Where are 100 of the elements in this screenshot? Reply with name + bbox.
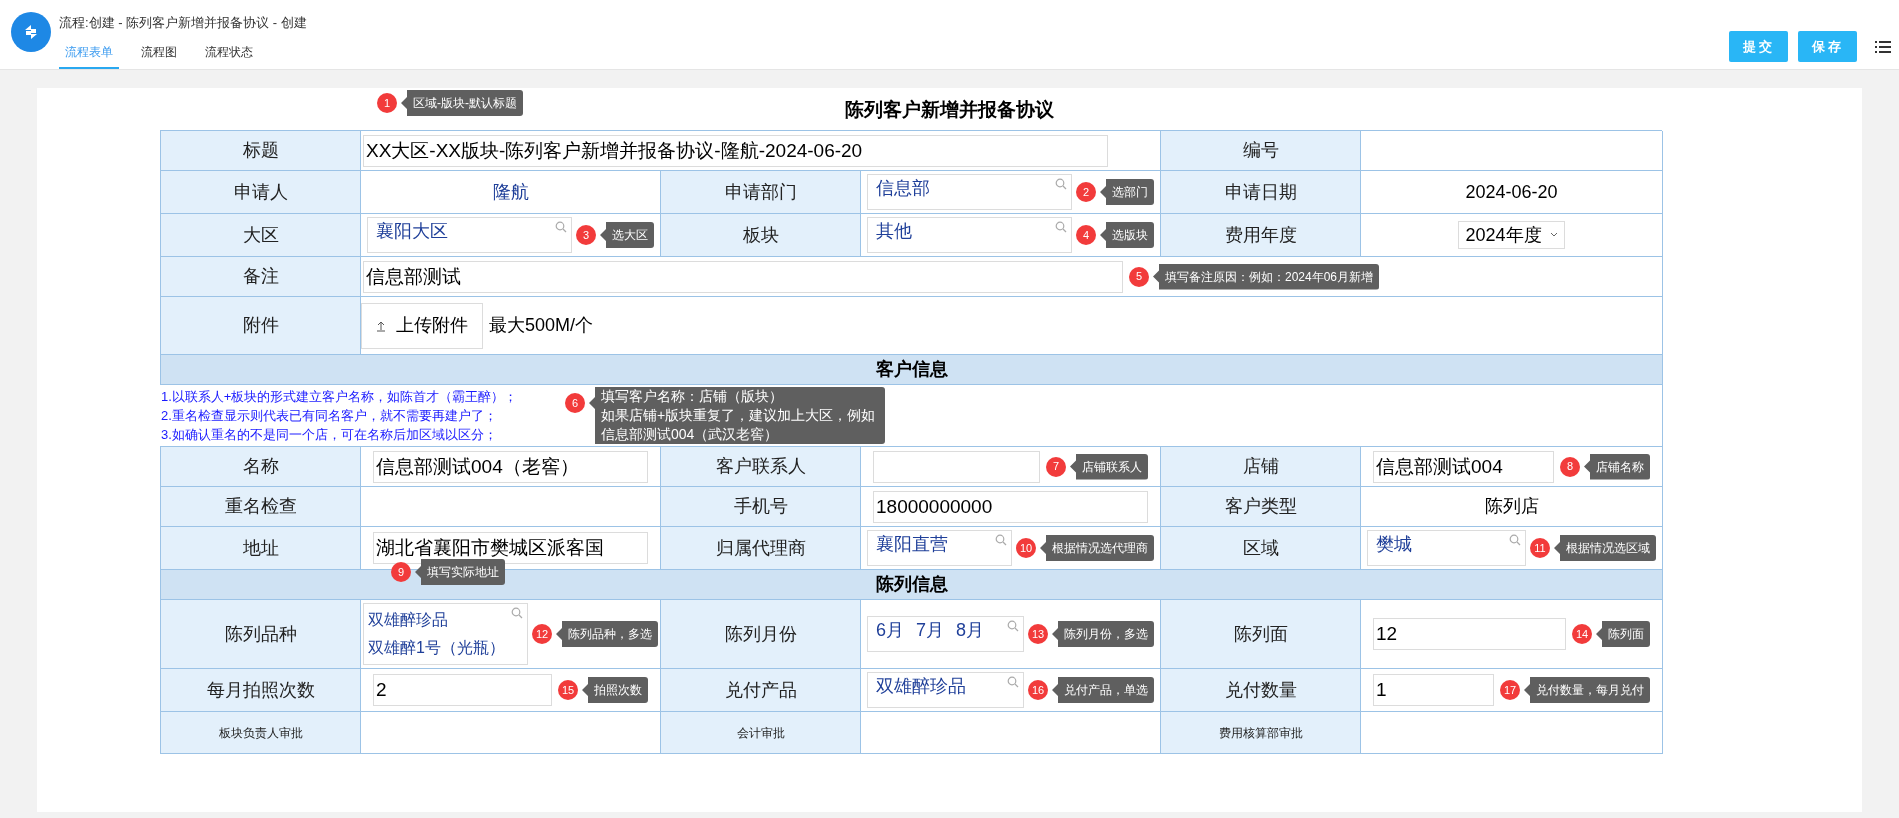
field-label: 重名检查 [224, 495, 297, 518]
chevron-down-icon [1549, 232, 1558, 238]
field-label: 编号 [1242, 139, 1279, 162]
hint-tooltip: 店铺名称 [1584, 453, 1650, 480]
hint-tooltip: 店铺联系人 [1070, 453, 1148, 480]
hint-tooltip: 选大区 [600, 222, 654, 248]
form-title: 陈列客户新增并报备协议 [845, 98, 1054, 122]
lookup-field[interactable]: 樊城 [1367, 530, 1526, 566]
lookup-field[interactable]: 襄阳大区 [367, 217, 572, 253]
input-field[interactable] [873, 450, 1040, 483]
field-label: 区域 [1242, 536, 1279, 560]
field-label: 客户类型 [1224, 495, 1297, 518]
step-number-badge: 13 [1028, 624, 1048, 644]
field-label: 店铺 [1242, 455, 1279, 478]
tab[interactable]: 流程图 [135, 42, 183, 69]
tab[interactable]: 流程状态 [199, 42, 259, 69]
field-label: 费用核算部审批 [1218, 724, 1303, 742]
year-dropdown[interactable]: 2024年度 [1458, 221, 1565, 249]
hint-tooltip: 兑付数量，每月兑付 [1524, 677, 1650, 703]
menu-icon[interactable] [1875, 39, 1891, 54]
lookup-field[interactable]: 信息部 [867, 174, 1072, 210]
step-number-badge: 16 [1028, 680, 1048, 700]
hint-tooltip: 兑付产品，单选 [1052, 677, 1154, 703]
step-number-badge: 14 [1572, 624, 1592, 644]
selected-value: 双雄醉1号（光瓶） [368, 638, 505, 658]
hint-tooltip: 根据情况选代理商 [1040, 535, 1154, 561]
input-field[interactable]: 12 [1373, 618, 1566, 650]
field-label: 手机号 [733, 495, 788, 518]
hint-tooltip: 填写实际地址 [415, 559, 505, 585]
upload-limit-text: 最大500M/个 [489, 314, 594, 337]
instruction-text: 2.重名检查显示则代表已有同名客户，就不需要再建户了； [161, 407, 497, 425]
upload-label: 上传附件 [396, 314, 468, 337]
field-label: 备注 [242, 265, 279, 288]
field-label: 标题 [242, 139, 279, 162]
field-label: 兑付数量 [1224, 678, 1297, 702]
field-label: 陈列品种 [224, 622, 297, 646]
hint-tooltip: 区域-版块-默认标题 [401, 90, 523, 116]
step-number-badge: 17 [1500, 680, 1520, 700]
selected-value: 樊城 [1376, 533, 1412, 556]
step-number-badge: 9 [391, 562, 411, 582]
field-label: 兑付产品 [724, 678, 797, 702]
input-field[interactable]: 信息部测试004（老窖） [373, 450, 648, 483]
step-number-badge: 10 [1016, 538, 1036, 558]
lookup-field[interactable]: 6月 7月 8月 [867, 616, 1024, 652]
hint-tooltip: 填写备注原因：例如：2024年06月新增 [1153, 263, 1380, 290]
input-field[interactable]: 18000000000 [873, 490, 1148, 523]
field-label: 陈列面 [1233, 622, 1288, 646]
section-header: 客户信息 [161, 355, 1663, 385]
selected-value: 8月 [956, 619, 985, 642]
instruction-text: 3.如确认重名的不是同一个店，可在名称后加区域以区分； [161, 426, 497, 444]
input-field[interactable]: 1 [1373, 674, 1494, 706]
search-icon[interactable] [1055, 221, 1067, 233]
search-icon[interactable] [1007, 676, 1019, 688]
input-field[interactable]: 2 [373, 674, 552, 706]
field-label: 板块负责人审批 [218, 724, 303, 742]
search-icon[interactable] [1055, 178, 1067, 190]
field-label: 客户联系人 [715, 455, 806, 478]
field-label: 板块 [742, 223, 779, 247]
step-number-badge: 15 [558, 680, 578, 700]
selected-value: 襄阳大区 [376, 220, 448, 243]
step-number-badge: 4 [1076, 225, 1096, 245]
upload-button[interactable]: 上传附件 [361, 302, 483, 349]
lookup-field[interactable]: 襄阳直营 [867, 530, 1012, 566]
lookup-field[interactable]: 双雄醉珍品 双雄醉1号（光瓶） [363, 603, 528, 665]
search-icon[interactable] [1509, 534, 1521, 546]
input-field[interactable]: 湖北省襄阳市樊城区派客国 [373, 532, 648, 564]
upload-icon [376, 319, 386, 332]
hint-tooltip: 拍照次数 [582, 677, 648, 703]
hint-tooltip: 陈列月份，多选 [1052, 621, 1154, 647]
field-label: 申请部门 [724, 180, 797, 204]
search-icon[interactable] [511, 607, 523, 619]
window-title: 流程:创建 - 陈列客户新增并报备协议 - 创建 [59, 14, 307, 32]
hint-text: 信息部测试004（武汉老窖） [601, 425, 780, 444]
hint-tooltip: 陈列面 [1596, 621, 1650, 647]
lookup-field[interactable]: 其他 [867, 217, 1072, 253]
field-label: 陈列月份 [724, 622, 797, 646]
field-label: 申请人 [233, 180, 288, 204]
input-field[interactable]: 信息部测试 [363, 260, 1123, 293]
field-label: 归属代理商 [715, 536, 806, 560]
hint-tooltip: 选部门 [1100, 179, 1154, 205]
step-number-badge: 5 [1129, 266, 1149, 287]
search-icon[interactable] [995, 534, 1007, 546]
input-field[interactable]: XX大区-XX版块-陈列客户新增并报备协议-隆航-2024-06-20 [363, 134, 1108, 167]
lookup-field[interactable]: 双雄醉珍品 [867, 672, 1024, 708]
search-icon[interactable] [555, 221, 567, 233]
field-value: 陈列店 [1484, 495, 1539, 518]
app-logo-icon [11, 12, 51, 52]
field-label: 每月拍照次数 [206, 678, 315, 702]
input-field[interactable]: 信息部测试004 [1373, 450, 1554, 483]
hint-tooltip: 陈列品种，多选 [556, 621, 658, 647]
hint-tooltip: 选版块 [1100, 222, 1154, 248]
step-number-badge: 8 [1560, 456, 1580, 477]
selected-value: 双雄醉珍品 [876, 675, 966, 698]
field-label: 会计审批 [736, 724, 785, 742]
hint-text: 如果店铺+版块重复了，建议加上大区，例如 [601, 406, 876, 425]
field-label: 大区 [242, 223, 279, 247]
search-icon[interactable] [1007, 620, 1019, 632]
field-label: 附件 [242, 314, 279, 337]
step-number-badge: 11 [1530, 538, 1550, 558]
step-number-badge: 1 [377, 93, 397, 113]
